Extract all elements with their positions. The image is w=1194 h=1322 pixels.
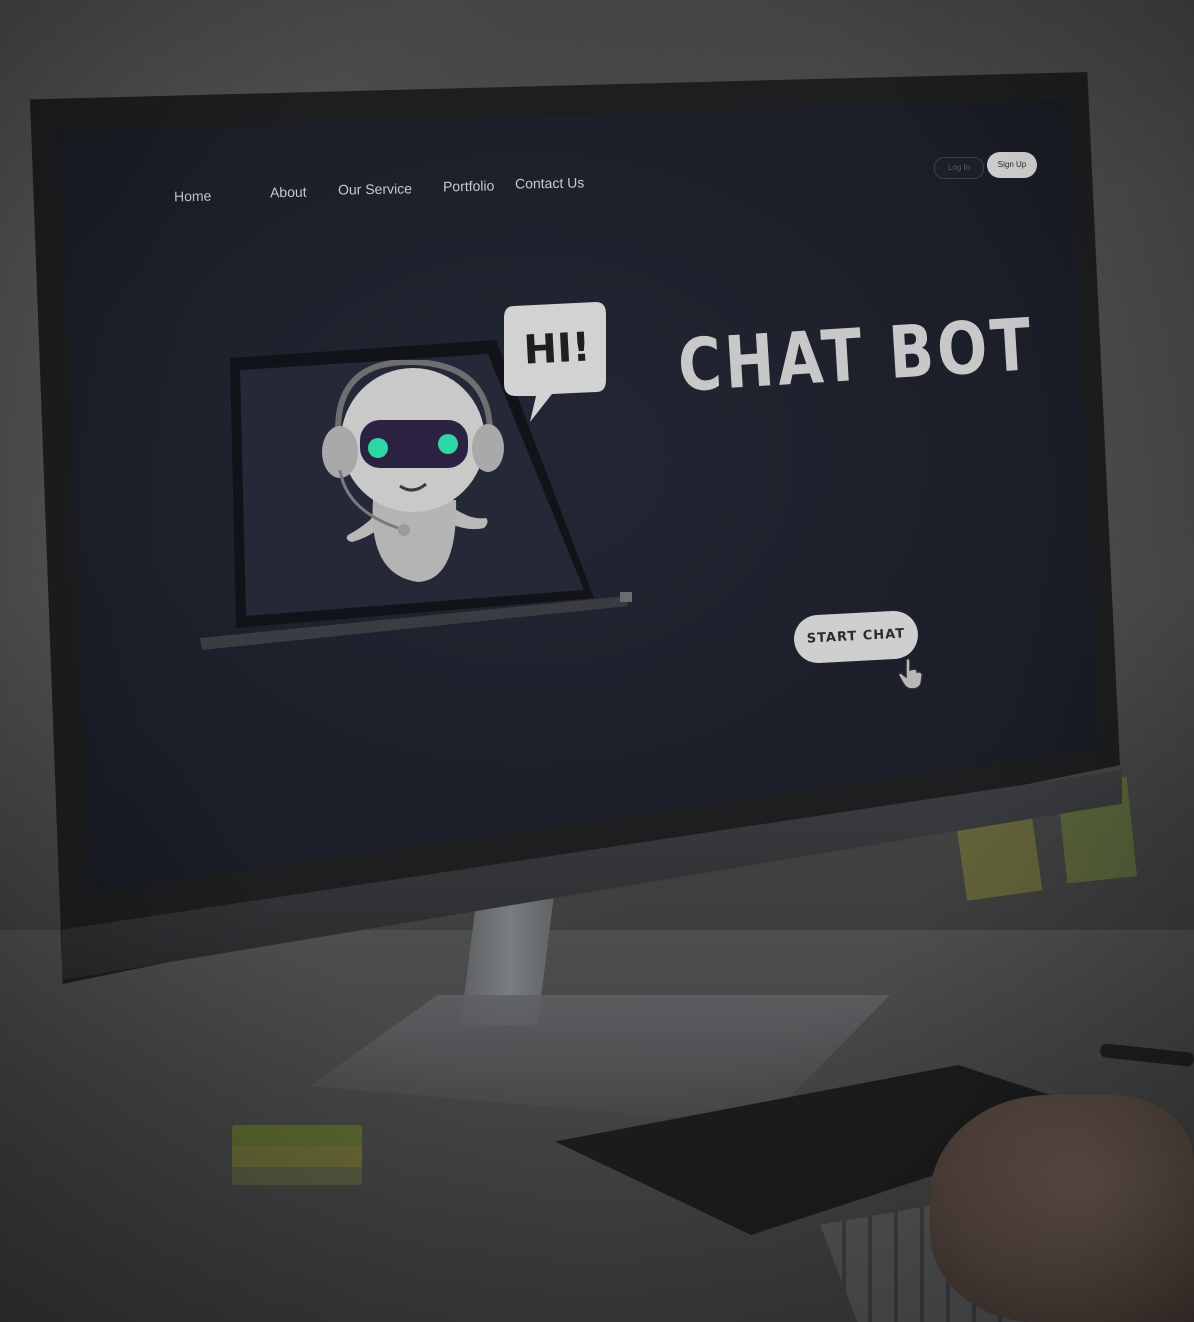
hand-pointer-icon: [898, 657, 923, 690]
nav-portfolio[interactable]: Portfolio: [443, 178, 495, 195]
person-hand: [930, 1095, 1194, 1322]
nav-our-service[interactable]: Our Service: [338, 180, 412, 197]
nav-about[interactable]: About: [270, 184, 307, 201]
login-button[interactable]: Log In: [934, 157, 984, 179]
speech-bubble-text: HI!: [522, 324, 592, 374]
sticky-note-pad: [232, 1125, 362, 1185]
nav-home[interactable]: Home: [174, 188, 212, 205]
hero-title: CHAT BOT: [675, 302, 1037, 408]
nav-contact-us[interactable]: Contact Us: [515, 174, 585, 191]
robot-mascot: [322, 360, 504, 582]
signup-button[interactable]: Sign Up: [987, 152, 1037, 178]
